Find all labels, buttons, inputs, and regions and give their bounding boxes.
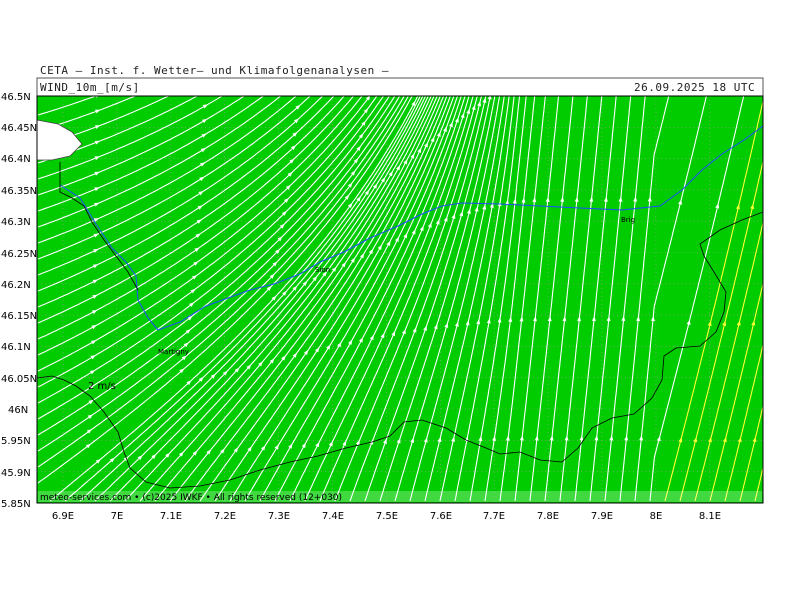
lon-label: 7.5E [376,511,398,522]
latitude-labels: 46.5N 46.45N 46.4N 46.35N 46.3N 46.25N 4… [1,92,37,510]
contour-label: 2 m/s [88,381,116,392]
lat-label: 46N [8,405,28,416]
lat-label: 46.4N [1,154,31,165]
weather-map-screen: CETA — Inst. f. Wetter— und Klimafolgena… [0,0,800,600]
lon-label: 7.2E [214,511,236,522]
lon-label: 7.9E [591,511,613,522]
lon-label: 8.1E [699,511,721,522]
lon-label: 6.9E [52,511,74,522]
lon-label: 7E [111,511,124,522]
wind-map-figure: 46.5N 46.45N 46.4N 46.35N 46.3N 46.25N 4… [1,77,764,522]
lat-label: 5.85N [1,499,31,510]
lat-label: 5.95N [1,436,31,447]
lon-label: 7.7E [483,511,505,522]
place-label-brig: Brig [621,216,635,224]
map-frame-top [36,77,764,97]
place-label-sion: Sion [315,266,330,274]
lon-label: 8E [650,511,663,522]
lat-label: 46.3N [1,217,31,228]
place-label-martigny: Martigny [158,348,189,356]
lat-label: 46.5N [1,92,31,103]
longitude-labels: 6.9E 7E 7.1E 7.2E 7.3E 7.4E 7.5E 7.6E 7.… [52,511,721,522]
lat-label: 46.25N [1,249,37,260]
lon-label: 7.6E [430,511,452,522]
footer-credit: meteo-services.com • (c)2025 IWKF • All … [40,493,342,503]
lon-label: 7.3E [268,511,290,522]
lat-label: 46.35N [1,186,37,197]
lon-label: 7.4E [322,511,344,522]
lat-label: 46.05N [1,374,37,385]
lat-label: 46.15N [1,311,37,322]
lon-label: 7.1E [160,511,182,522]
lon-label: 7.8E [537,511,559,522]
lat-label: 45.9N [1,468,31,479]
lat-label: 46.2N [1,280,31,291]
lat-label: 46.45N [1,123,37,134]
lat-label: 46.1N [1,342,31,353]
